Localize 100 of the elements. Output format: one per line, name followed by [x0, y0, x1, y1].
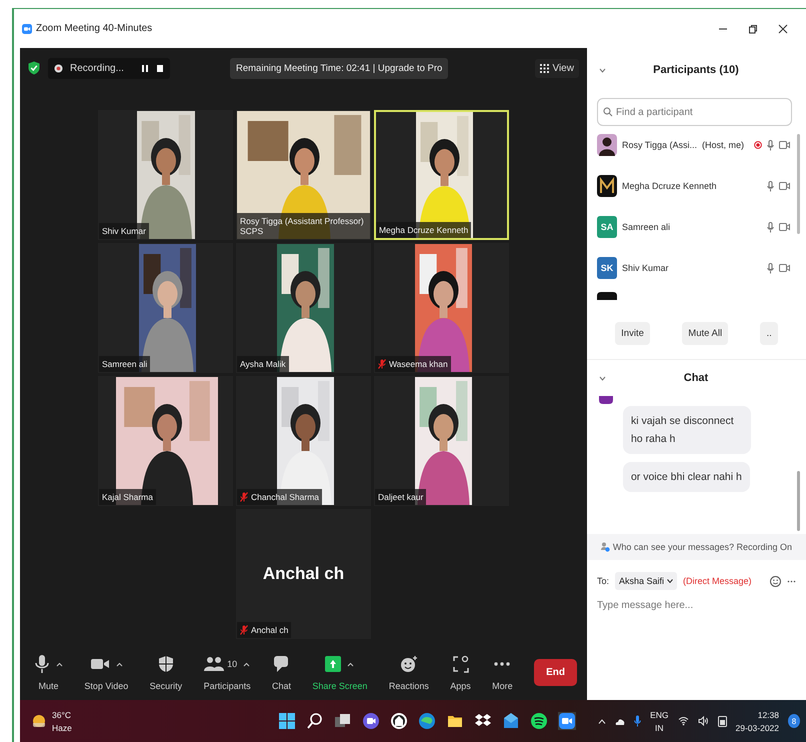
app-icon[interactable]	[390, 712, 408, 730]
language-region[interactable]: IN	[655, 722, 664, 732]
avatar-icon	[596, 134, 617, 156]
battery-icon[interactable]	[718, 716, 727, 726]
shield-check-icon[interactable]	[28, 61, 40, 75]
participant-name: Aysha Malik	[240, 359, 286, 369]
share-button[interactable]	[325, 656, 342, 672]
recipient-dropdown[interactable]: Aksha Saifi	[614, 572, 677, 590]
microphone-icon[interactable]	[767, 140, 774, 150]
apps-button[interactable]	[452, 653, 468, 675]
chevron-up-icon[interactable]	[598, 718, 606, 724]
participant-name: Samreen ali	[102, 359, 148, 369]
shield-icon	[158, 655, 174, 673]
participant-name: Samreen ali	[622, 222, 670, 232]
camera-icon[interactable]	[779, 141, 790, 149]
mail-icon[interactable]	[502, 712, 520, 730]
temperature: 36°C	[52, 710, 72, 720]
participant-row[interactable]: SA Samreen ali	[596, 216, 790, 238]
toolbar-label: Reactions	[388, 681, 429, 691]
recording-icon	[54, 64, 63, 72]
emoji-icon[interactable]	[770, 576, 781, 586]
microphone-icon[interactable]	[634, 715, 642, 727]
people-icon	[600, 542, 610, 552]
toolbar-label: Stop Video	[84, 681, 128, 691]
taskview-icon[interactable]	[334, 712, 352, 730]
chat-message: ki vajah se disconnect ho raha h	[622, 406, 751, 454]
video-camera-icon	[90, 656, 110, 672]
pause-icon[interactable]	[140, 64, 149, 72]
clock-date[interactable]: 29-03-2022	[736, 722, 779, 732]
speaker-icon[interactable]	[698, 716, 709, 726]
participant-name: Anchal ch	[250, 625, 288, 635]
reactions-button[interactable]	[400, 653, 418, 675]
participant-name: Waseema khan	[388, 359, 448, 369]
end-button[interactable]: End	[534, 658, 577, 686]
participant-name: Shiv Kumar	[102, 226, 146, 236]
microphone-icon[interactable]	[767, 180, 774, 192]
grid-icon	[540, 64, 550, 72]
close-icon[interactable]	[778, 24, 788, 34]
toolbar-label: More	[492, 681, 513, 691]
chat-message: or voice bhi clear nahi h	[622, 462, 750, 492]
collapse-icon[interactable]	[598, 68, 606, 72]
weather-sun-icon[interactable]	[32, 714, 46, 728]
participant-role: (Host, me)	[702, 140, 744, 150]
logo-avatar-icon	[596, 175, 617, 197]
toolbar-label: Apps	[450, 681, 471, 691]
chat-button[interactable]	[273, 653, 290, 675]
security-button[interactable]	[158, 653, 174, 675]
microphone-icon	[34, 654, 50, 674]
participant-name: Rosy Tigga (Assistant Professor) SCPS	[240, 216, 365, 236]
panel-title: Chat	[682, 372, 710, 384]
restore-icon[interactable]	[748, 24, 758, 34]
chat-bubble-icon	[273, 655, 290, 673]
clock-time[interactable]: 12:38	[758, 710, 779, 720]
toolbar-label: Share Screen	[312, 681, 368, 691]
participant-name: Daljeet kaur	[378, 492, 424, 502]
participant-name: Rosy Tigga (Assi...	[622, 140, 697, 150]
caret-icon[interactable]	[243, 662, 250, 666]
recording-status: Recording...	[70, 62, 124, 74]
microphone-icon[interactable]	[767, 222, 774, 232]
window-title: Zoom Meeting 40-Minutes	[36, 23, 152, 34]
participant-row[interactable]: Megha Dcruze Kenneth	[596, 175, 790, 197]
remaining-time-banner[interactable]: Remaining Meeting Time: 02:41 | Upgrade to Pro	[230, 58, 448, 78]
mute-button[interactable]	[34, 653, 50, 675]
wifi-icon[interactable]	[678, 716, 689, 726]
toolbar-label: Chat	[272, 681, 291, 691]
panel-button[interactable]: ..	[760, 322, 778, 345]
toolbar-label: Mute	[38, 681, 58, 691]
search-field[interactable]: Find a participant	[596, 98, 792, 126]
microphone-icon[interactable]	[767, 262, 774, 274]
camera-icon[interactable]	[779, 264, 790, 272]
caret-icon	[667, 579, 673, 583]
caret-icon[interactable]	[116, 662, 123, 666]
participant-name: Megha Dcruze Kenneth	[378, 225, 468, 235]
participant-row[interactable]: SK Shiv Kumar	[596, 257, 790, 279]
more-icon[interactable]	[787, 580, 796, 582]
stop-icon[interactable]	[156, 64, 164, 72]
caret-icon[interactable]	[56, 662, 63, 666]
participant-name: Shiv Kumar	[622, 263, 668, 273]
panel-title: Participants (10)	[652, 64, 740, 76]
search-icon	[602, 107, 613, 117]
collapse-icon[interactable]	[598, 376, 606, 380]
notification-badge[interactable]: 8	[788, 714, 800, 728]
participant-name: Chanchal Sharma	[250, 492, 320, 502]
participant-name: Kajal Sharma	[102, 492, 153, 502]
direct-message-tag: (Direct Message)	[683, 576, 752, 586]
participant-row[interactable]: Rosy Tigga (Assi... (Host, me)	[596, 134, 790, 156]
search-icon[interactable]	[306, 712, 324, 730]
language-code[interactable]: ENG	[650, 710, 669, 720]
panel-button[interactable]: Invite	[615, 322, 650, 345]
camera-icon[interactable]	[779, 223, 790, 231]
panel-button[interactable]: Mute All	[682, 322, 728, 345]
people-icon	[204, 656, 224, 672]
participant-display-name: Anchal ch	[262, 564, 344, 584]
cloud-icon[interactable]	[615, 718, 626, 724]
more-icon	[493, 661, 512, 667]
camera-icon[interactable]	[779, 182, 790, 190]
participants-button[interactable]: 10	[204, 653, 238, 675]
view-button[interactable]: View	[535, 58, 579, 78]
caret-icon[interactable]	[347, 662, 354, 666]
to-label: To:	[596, 576, 609, 586]
